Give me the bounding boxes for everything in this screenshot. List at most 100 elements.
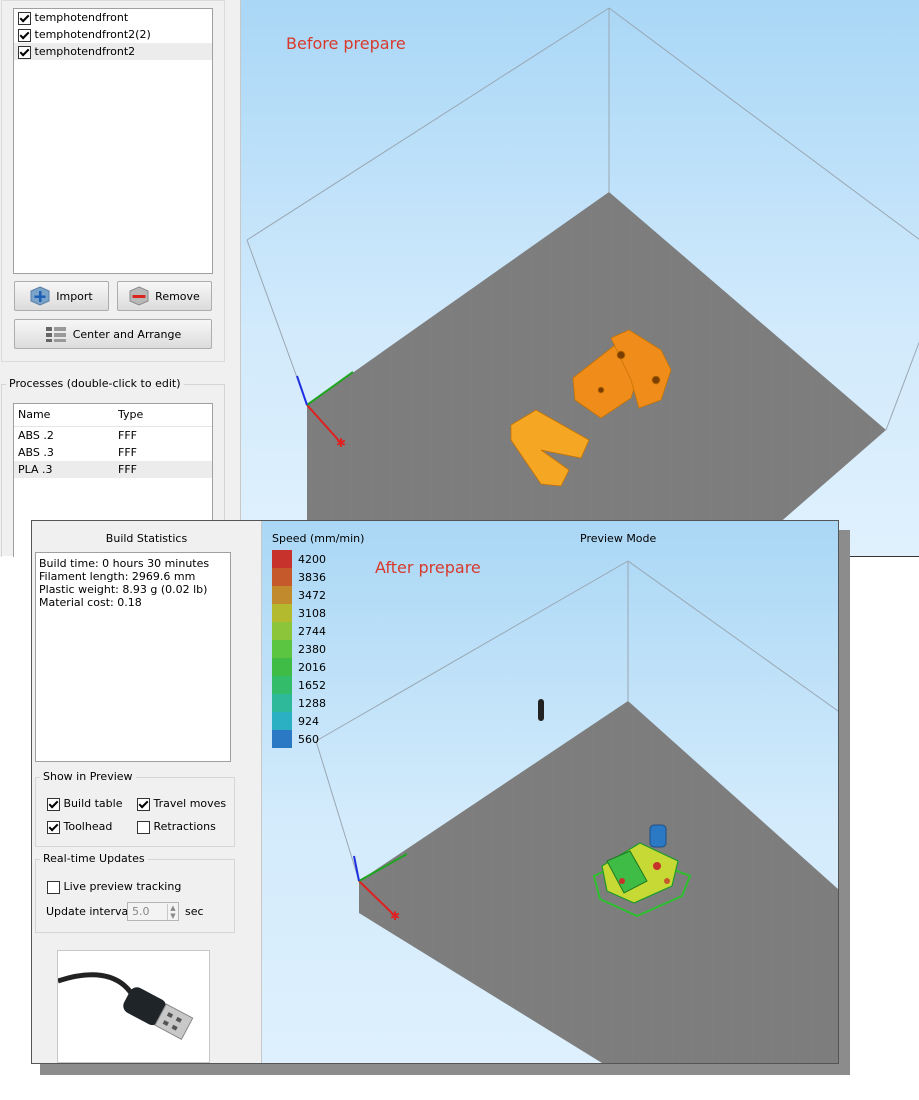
speed-legend-row: 4200 bbox=[272, 550, 326, 568]
build-table-option[interactable]: Build table bbox=[47, 797, 122, 811]
toolhead-marker bbox=[538, 699, 544, 721]
build-statistics-title: Build Statistics bbox=[105, 532, 188, 545]
update-interval-value: 5.0 bbox=[132, 905, 150, 918]
processes-title: Processes (double-click to edit) bbox=[6, 377, 184, 390]
speed-swatch bbox=[272, 694, 292, 712]
model-checkbox[interactable] bbox=[18, 11, 31, 25]
model-checkbox[interactable] bbox=[18, 28, 31, 42]
travel-moves-label: Travel moves bbox=[153, 797, 227, 810]
process-name: PLA .3 bbox=[18, 463, 53, 476]
speed-legend-row: 2380 bbox=[272, 640, 326, 658]
import-button[interactable]: Import bbox=[14, 281, 109, 311]
retractions-option[interactable]: Retractions bbox=[137, 820, 216, 834]
process-row[interactable]: ABS .3 FFF bbox=[14, 444, 212, 461]
usb-cable-icon bbox=[57, 972, 194, 1040]
toolhead-label: Toolhead bbox=[63, 820, 113, 833]
speed-legend-row: 3108 bbox=[272, 604, 326, 622]
filament-length: Filament length: 2969.6 mm bbox=[39, 570, 196, 583]
speed-legend-row: 924 bbox=[272, 712, 326, 730]
speed-value: 2744 bbox=[298, 624, 326, 638]
speed-value: 560 bbox=[298, 732, 319, 746]
speed-legend-row: 3472 bbox=[272, 586, 326, 604]
show-in-preview-group bbox=[35, 777, 235, 847]
model-list-item[interactable]: temphotendfront2(2) bbox=[14, 26, 212, 43]
plastic-weight: Plastic weight: 8.93 g (0.02 lb) bbox=[39, 583, 208, 596]
after-prepare-label: After prepare bbox=[375, 558, 481, 577]
process-row[interactable]: ABS .2 FFF bbox=[14, 427, 212, 444]
speed-legend: 4200 3836 3472 3108 2744 2380 2016 1652 … bbox=[272, 550, 326, 748]
build-table-label: Build table bbox=[63, 797, 123, 810]
speed-value: 3108 bbox=[298, 606, 326, 620]
speed-value: 4200 bbox=[298, 552, 326, 566]
live-tracking-option[interactable]: Live preview tracking bbox=[47, 880, 181, 894]
speed-value: 3836 bbox=[298, 570, 326, 584]
speed-swatch bbox=[272, 604, 292, 622]
speed-value: 2016 bbox=[298, 660, 326, 674]
column-name-header[interactable]: Name bbox=[14, 404, 118, 426]
build-stats-box: Build time: 0 hours 30 minutes Filament … bbox=[35, 552, 231, 762]
speed-swatch bbox=[272, 676, 292, 694]
remove-button[interactable]: Remove bbox=[117, 281, 212, 311]
build-time: Build time: 0 hours 30 minutes bbox=[39, 557, 210, 570]
arrange-icon bbox=[45, 327, 66, 342]
remove-label: Remove bbox=[155, 289, 200, 303]
travel-moves-checkbox[interactable] bbox=[137, 797, 150, 811]
center-arrange-label: Center and Arrange bbox=[72, 327, 182, 341]
model-list[interactable]: temphotendfront temphotendfront2(2) temp… bbox=[13, 8, 213, 274]
travel-moves-option[interactable]: Travel moves bbox=[137, 797, 226, 811]
toolhead-option[interactable]: Toolhead bbox=[47, 820, 112, 834]
toolhead-checkbox[interactable] bbox=[47, 820, 60, 834]
import-cube-icon bbox=[30, 286, 50, 306]
preview-3d-viewport[interactable]: ✱ Speed (mm/min) 4200 3836 3472 3108 274… bbox=[262, 521, 838, 1063]
speed-value: 1288 bbox=[298, 696, 326, 710]
update-interval-spinbox[interactable]: 5.0 ▲ ▼ bbox=[127, 902, 179, 921]
speed-swatch bbox=[272, 568, 292, 586]
speed-value: 924 bbox=[298, 714, 319, 728]
update-interval-unit: sec bbox=[185, 905, 204, 918]
model-name: temphotendfront bbox=[34, 11, 129, 24]
show-in-preview-title: Show in Preview bbox=[40, 770, 136, 783]
process-name: ABS .3 bbox=[18, 446, 54, 459]
live-tracking-checkbox[interactable] bbox=[47, 880, 60, 894]
speed-legend-row: 3836 bbox=[272, 568, 326, 586]
bottom-left-panel: Build Statistics Build time: 0 hours 30 … bbox=[32, 521, 262, 1063]
spin-arrows-icon[interactable]: ▲ ▼ bbox=[167, 903, 178, 920]
model-list-item[interactable]: temphotendfront bbox=[14, 9, 212, 26]
speed-legend-title: Speed (mm/min) bbox=[272, 532, 365, 545]
speed-value: 1652 bbox=[298, 678, 326, 692]
bottom-build-volume: ✱ bbox=[315, 560, 838, 1063]
column-type-header[interactable]: Type bbox=[118, 404, 208, 426]
speed-swatch bbox=[272, 586, 292, 604]
center-arrange-button[interactable]: Center and Arrange bbox=[14, 319, 212, 349]
retractions-label: Retractions bbox=[153, 820, 216, 833]
speed-swatch bbox=[272, 730, 292, 748]
top-left-panel: temphotendfront temphotendfront2(2) temp… bbox=[0, 0, 240, 557]
svg-text:✱: ✱ bbox=[390, 909, 400, 923]
speed-legend-row: 1288 bbox=[272, 694, 326, 712]
speed-swatch bbox=[272, 658, 292, 676]
process-type: FFF bbox=[118, 463, 137, 476]
live-tracking-label: Live preview tracking bbox=[63, 880, 182, 893]
build-table-checkbox[interactable] bbox=[47, 797, 60, 811]
preview-mode-label: Preview Mode bbox=[580, 532, 657, 545]
model-checkbox[interactable] bbox=[18, 45, 31, 59]
preview-window: Build Statistics Build time: 0 hours 30 … bbox=[31, 520, 839, 1064]
top-3d-viewport[interactable]: ✱ Before prepare bbox=[240, 0, 919, 556]
speed-legend-row: 2744 bbox=[272, 622, 326, 640]
process-row[interactable]: PLA .3 FFF bbox=[14, 461, 212, 478]
realtime-updates-group bbox=[35, 859, 235, 933]
process-table-header: Name Type bbox=[14, 404, 212, 427]
speed-legend-row: 2016 bbox=[272, 658, 326, 676]
speed-legend-row: 560 bbox=[272, 730, 326, 748]
material-cost: Material cost: 0.18 bbox=[39, 596, 142, 609]
before-prepare-label: Before prepare bbox=[286, 34, 406, 53]
remove-cube-icon bbox=[129, 286, 149, 306]
import-label: Import bbox=[56, 289, 93, 303]
retractions-checkbox[interactable] bbox=[137, 820, 150, 834]
usb-connection-image bbox=[57, 950, 210, 1063]
speed-swatch bbox=[272, 622, 292, 640]
speed-swatch bbox=[272, 712, 292, 730]
speed-swatch bbox=[272, 640, 292, 658]
process-type: FFF bbox=[118, 446, 137, 459]
model-list-item[interactable]: temphotendfront2 bbox=[14, 43, 212, 60]
